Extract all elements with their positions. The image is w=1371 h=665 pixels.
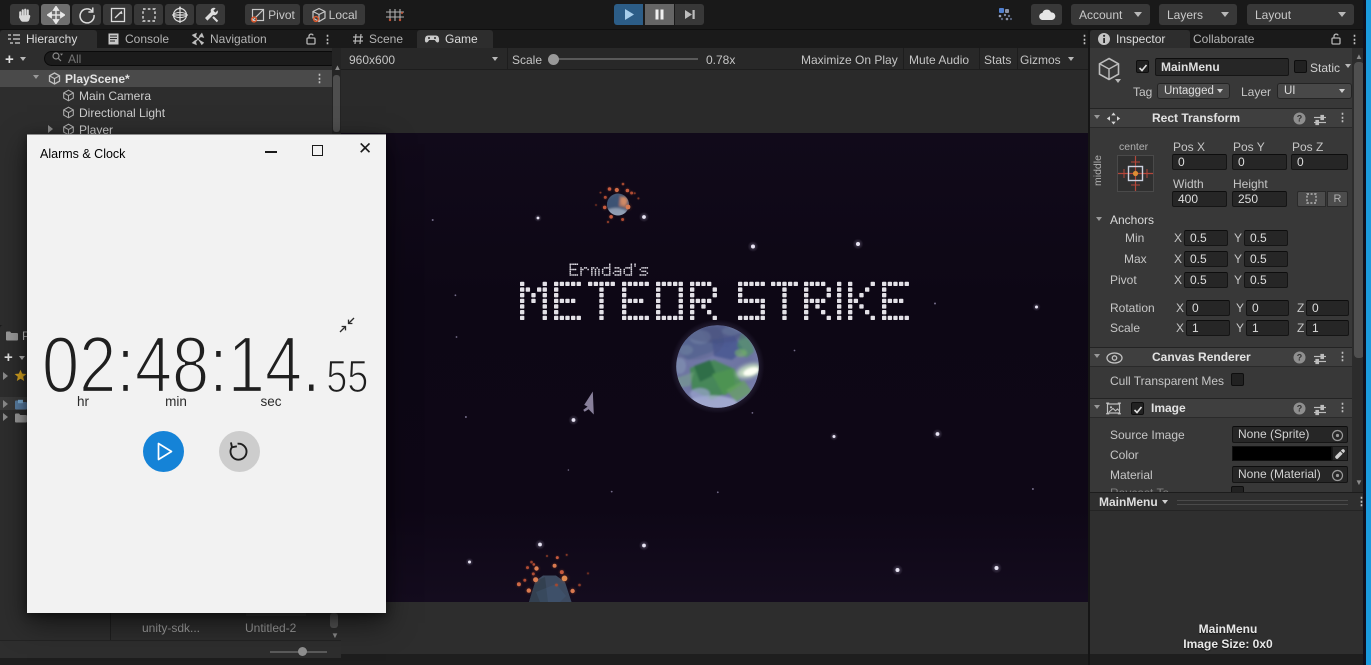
svg-text:?: ? [1297, 113, 1303, 123]
svg-text:?: ? [1297, 403, 1303, 413]
svg-text:?: ? [1297, 352, 1303, 362]
